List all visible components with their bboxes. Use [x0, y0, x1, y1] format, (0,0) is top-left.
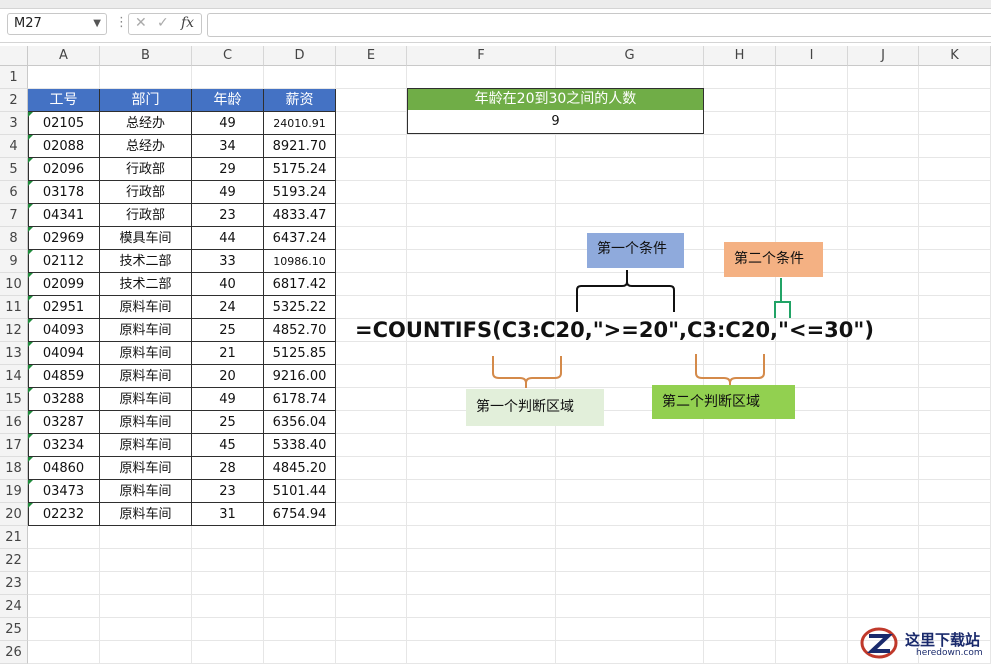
- label-condition-2: 第二个条件: [724, 242, 823, 277]
- bracket-condition-1: [576, 270, 675, 312]
- bracket-condition-2: [774, 278, 791, 318]
- site-logo-icon: [860, 627, 898, 659]
- label-range-2: 第二个判断区域: [652, 385, 795, 419]
- label-condition-1: 第一个条件: [587, 233, 684, 268]
- label-range-1: 第一个判断区域: [466, 389, 604, 426]
- countifs-formula: =COUNTIFS(C3:C20,">=20",C3:C20,"<=30"): [355, 318, 874, 342]
- watermark-url: heredown.com: [916, 648, 983, 658]
- bracket-range-1: [492, 356, 562, 388]
- bracket-range-2: [695, 354, 765, 386]
- watermark-name: 这里下载站: [905, 631, 981, 649]
- watermark: 这里下载站 heredown.com: [858, 624, 991, 663]
